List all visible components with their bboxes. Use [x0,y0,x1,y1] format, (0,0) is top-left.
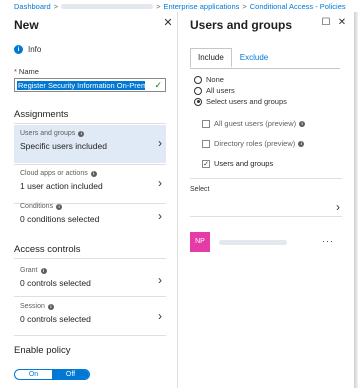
name-field-value: Register Security Information On-Premise… [17,80,145,90]
enable-policy-label: Enable policy [14,345,71,356]
chevron-right-icon: › [158,176,162,190]
divider [190,216,342,217]
radio-button-checked[interactable] [194,97,202,106]
chevron-right-icon: › [158,136,162,150]
name-label: * Name [14,67,39,76]
checkmark-icon: ✓ [154,80,162,90]
chevron-right-icon: › [158,209,162,223]
checkbox[interactable] [202,119,210,128]
divider [14,123,166,124]
blade-title: New [14,18,39,32]
divider [14,258,166,259]
tab-exclude[interactable]: Exclude [232,48,276,68]
breadcrumb-dashboard[interactable]: Dashboard [14,2,51,11]
checkbox-directory-roles[interactable]: Directory roles (preview) i [202,139,305,148]
radio-button[interactable] [194,86,202,95]
nav-session[interactable]: Session i 0 controls selected › [14,298,166,336]
info-icon: i [299,120,306,127]
info-icon: i [47,303,54,310]
toggle-off-option[interactable]: Off [52,370,89,379]
radio-all-users[interactable]: All users [194,86,235,95]
divider [14,335,166,336]
info-icon: i [298,140,305,147]
chevron-right-icon: › [158,273,162,287]
nav-users-and-groups[interactable]: Users and groups i Specific users include… [14,125,166,163]
include-exclude-tabs: Include Exclude [190,48,276,68]
breadcrumb-enterprise-apps[interactable]: Enterprise applications [163,2,239,11]
close-icon[interactable]: ✕ [162,17,174,29]
new-policy-blade: New ✕ i Info * Name Register Security Inf… [2,12,178,388]
checkbox-users-and-groups[interactable]: ✓ Users and groups [202,159,273,168]
info-icon: i [14,45,23,54]
radio-none[interactable]: None [194,75,224,84]
radio-select-users[interactable]: Select users and groups [194,97,287,106]
toggle-on-option[interactable]: On [15,370,52,379]
avatar: NP [190,232,210,252]
info-icon: i [78,130,85,137]
panel-shadow [354,12,358,388]
tab-include[interactable]: Include [190,48,232,68]
blade-title: Users and groups [190,18,293,32]
info-icon: i [90,170,97,177]
users-and-groups-blade: Users and groups ☐ ✕ Include Exclude Non… [178,12,354,388]
breadcrumb-separator: > [242,1,247,11]
breadcrumb: Dashboard > > Enterprise applications > … [0,0,358,12]
close-icon[interactable]: ✕ [336,17,348,29]
checkbox-checked[interactable]: ✓ [202,159,210,168]
chevron-right-icon: › [336,200,340,214]
select-label: Select [190,186,210,193]
select-users-picker[interactable]: Select › [190,186,342,222]
checkbox-all-guest-users[interactable]: All guest users (preview) i [202,119,306,128]
breadcrumb-ca-policies[interactable]: Conditional Access - Policies [250,2,346,11]
divider [190,178,342,179]
name-field[interactable]: Register Security Information On-Premise… [14,78,166,92]
breadcrumb-separator: > [156,1,161,11]
nav-conditions[interactable]: Conditions i 0 conditions selected › [14,198,166,236]
access-controls-heading: Access controls [14,244,81,255]
nav-grant[interactable]: Grant i 0 controls selected › [14,262,166,300]
info-link[interactable]: i Info [14,45,41,54]
selected-user-row: NP ··· [190,230,342,254]
tabs-underline [190,68,340,69]
divider [14,296,166,297]
chevron-right-icon: › [158,309,162,323]
checkbox[interactable] [202,139,210,148]
maximize-icon[interactable]: ☐ [320,17,332,29]
info-icon: i [40,267,47,274]
info-label: Info [28,45,42,54]
more-options-icon[interactable]: ··· [322,236,334,246]
assignments-heading: Assignments [14,109,69,120]
selected-user-name-redacted [219,239,287,245]
enable-policy-toggle[interactable]: On Off [14,369,90,380]
breadcrumb-separator: > [53,1,59,11]
breadcrumb-blurred-item[interactable] [61,3,154,9]
info-icon: i [56,203,63,210]
radio-button[interactable] [194,75,202,84]
window-buttons: ☐ ✕ [316,17,348,29]
